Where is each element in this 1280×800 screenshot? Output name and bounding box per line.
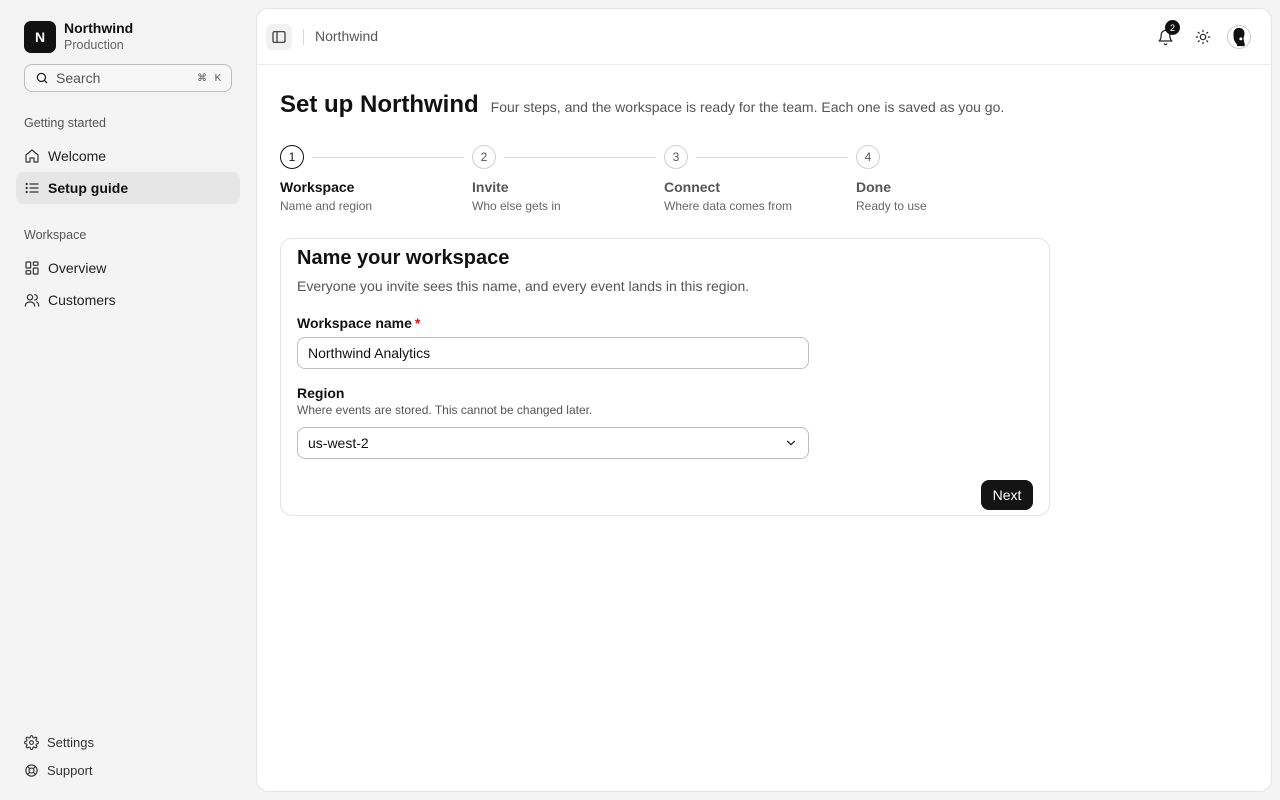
- gear-icon: [24, 734, 39, 750]
- sidebar-item-label: Support: [47, 762, 93, 778]
- list-icon: [24, 180, 40, 196]
- sidebar-item-label: Customers: [48, 292, 116, 308]
- search-icon: [35, 71, 49, 85]
- search-input[interactable]: Search ⌘ K: [24, 64, 232, 92]
- sidebar: N Northwind Production Search ⌘ K Gettin…: [0, 0, 256, 800]
- step-title: Invite: [472, 179, 509, 195]
- main-panel: Northwind 2 Set up Northwind Four steps,…: [256, 8, 1272, 792]
- sidebar-item-settings[interactable]: Settings: [16, 729, 240, 755]
- home-icon: [24, 148, 40, 164]
- step-description: Ready to use: [856, 199, 927, 213]
- sidebar-item-label: Overview: [48, 260, 107, 276]
- org-switcher[interactable]: N Northwind Production: [24, 20, 133, 53]
- page-subtitle: Four steps, and the workspace is ready f…: [490, 99, 1005, 115]
- step-done[interactable]: 4 Done Ready to use: [856, 145, 1048, 213]
- step-number: 4: [856, 145, 880, 169]
- region-selected-value: us-west-2: [308, 435, 369, 451]
- org-environment: Production: [64, 37, 124, 52]
- lifebuoy-icon: [24, 763, 39, 778]
- sidebar-item-customers[interactable]: Customers: [16, 284, 240, 316]
- avatar[interactable]: [1227, 25, 1251, 49]
- workspace-name-label: Workspace name *: [297, 315, 420, 331]
- page-title: Set up Northwind: [280, 91, 479, 118]
- step-connect[interactable]: 3 Connect Where data comes from: [664, 145, 856, 213]
- step-description: Where data comes from: [664, 199, 793, 213]
- step-description: Name and region: [280, 199, 373, 213]
- divider: [303, 29, 304, 45]
- step-connector: [504, 157, 656, 158]
- theme-toggle-button[interactable]: [1189, 23, 1217, 51]
- sun-icon: [1195, 29, 1211, 45]
- users-icon: [24, 292, 40, 308]
- step-connector: [312, 157, 464, 158]
- region-help-text: Where events are stored. This cannot be …: [297, 403, 593, 417]
- step-title: Done: [856, 179, 891, 195]
- workspace-name-label-text: Workspace name: [297, 315, 412, 331]
- card-title: Name your workspace: [297, 247, 510, 269]
- org-name: Northwind: [64, 20, 134, 36]
- region-label: Region: [297, 385, 345, 401]
- shortcut-mod-key: ⌘: [197, 72, 207, 84]
- search-shortcut: ⌘ K: [197, 73, 223, 84]
- sidebar-toggle-icon: [271, 29, 287, 45]
- step-description: Who else gets in: [472, 199, 561, 213]
- step-workspace[interactable]: 1 Workspace Name and region: [280, 145, 472, 213]
- section-label-getting-started: Getting started: [24, 116, 106, 130]
- sidebar-item-welcome[interactable]: Welcome: [16, 140, 240, 172]
- topbar: Northwind 2: [257, 9, 1271, 65]
- sidebar-item-overview[interactable]: Overview: [16, 252, 240, 284]
- notification-count-badge: 2: [1165, 20, 1180, 35]
- region-select[interactable]: us-west-2: [297, 427, 809, 459]
- breadcrumb[interactable]: Northwind: [315, 28, 378, 44]
- required-indicator: *: [414, 315, 421, 331]
- step-number: 2: [472, 145, 496, 169]
- step-invite[interactable]: 2 Invite Who else gets in: [472, 145, 664, 213]
- workspace-name-input[interactable]: [297, 337, 809, 369]
- notifications-button[interactable]: 2: [1151, 20, 1180, 51]
- step-title: Workspace: [280, 179, 355, 195]
- step-connector: [696, 157, 848, 158]
- grid-icon: [24, 260, 40, 276]
- card-subtitle: Everyone you invite sees this name, and …: [297, 278, 750, 294]
- chevron-down-icon: [784, 436, 798, 450]
- step-number: 3: [664, 145, 688, 169]
- sidebar-item-label: Welcome: [48, 148, 107, 164]
- section-label-workspace: Workspace: [24, 228, 87, 242]
- workspace-form-card: Name your workspace Everyone you invite …: [280, 238, 1050, 516]
- search-placeholder: Search: [56, 70, 101, 86]
- sidebar-toggle-button[interactable]: [266, 24, 292, 50]
- sidebar-item-support[interactable]: Support: [16, 757, 240, 783]
- sidebar-item-setup-guide[interactable]: Setup guide: [16, 172, 240, 204]
- org-logo: N: [24, 20, 56, 53]
- sidebar-item-label: Setup guide: [48, 180, 129, 196]
- shortcut-key: K: [214, 72, 222, 84]
- step-title: Connect: [664, 179, 720, 195]
- next-button[interactable]: Next: [981, 480, 1033, 510]
- sidebar-item-label: Settings: [47, 734, 94, 750]
- step-number: 1: [280, 145, 304, 169]
